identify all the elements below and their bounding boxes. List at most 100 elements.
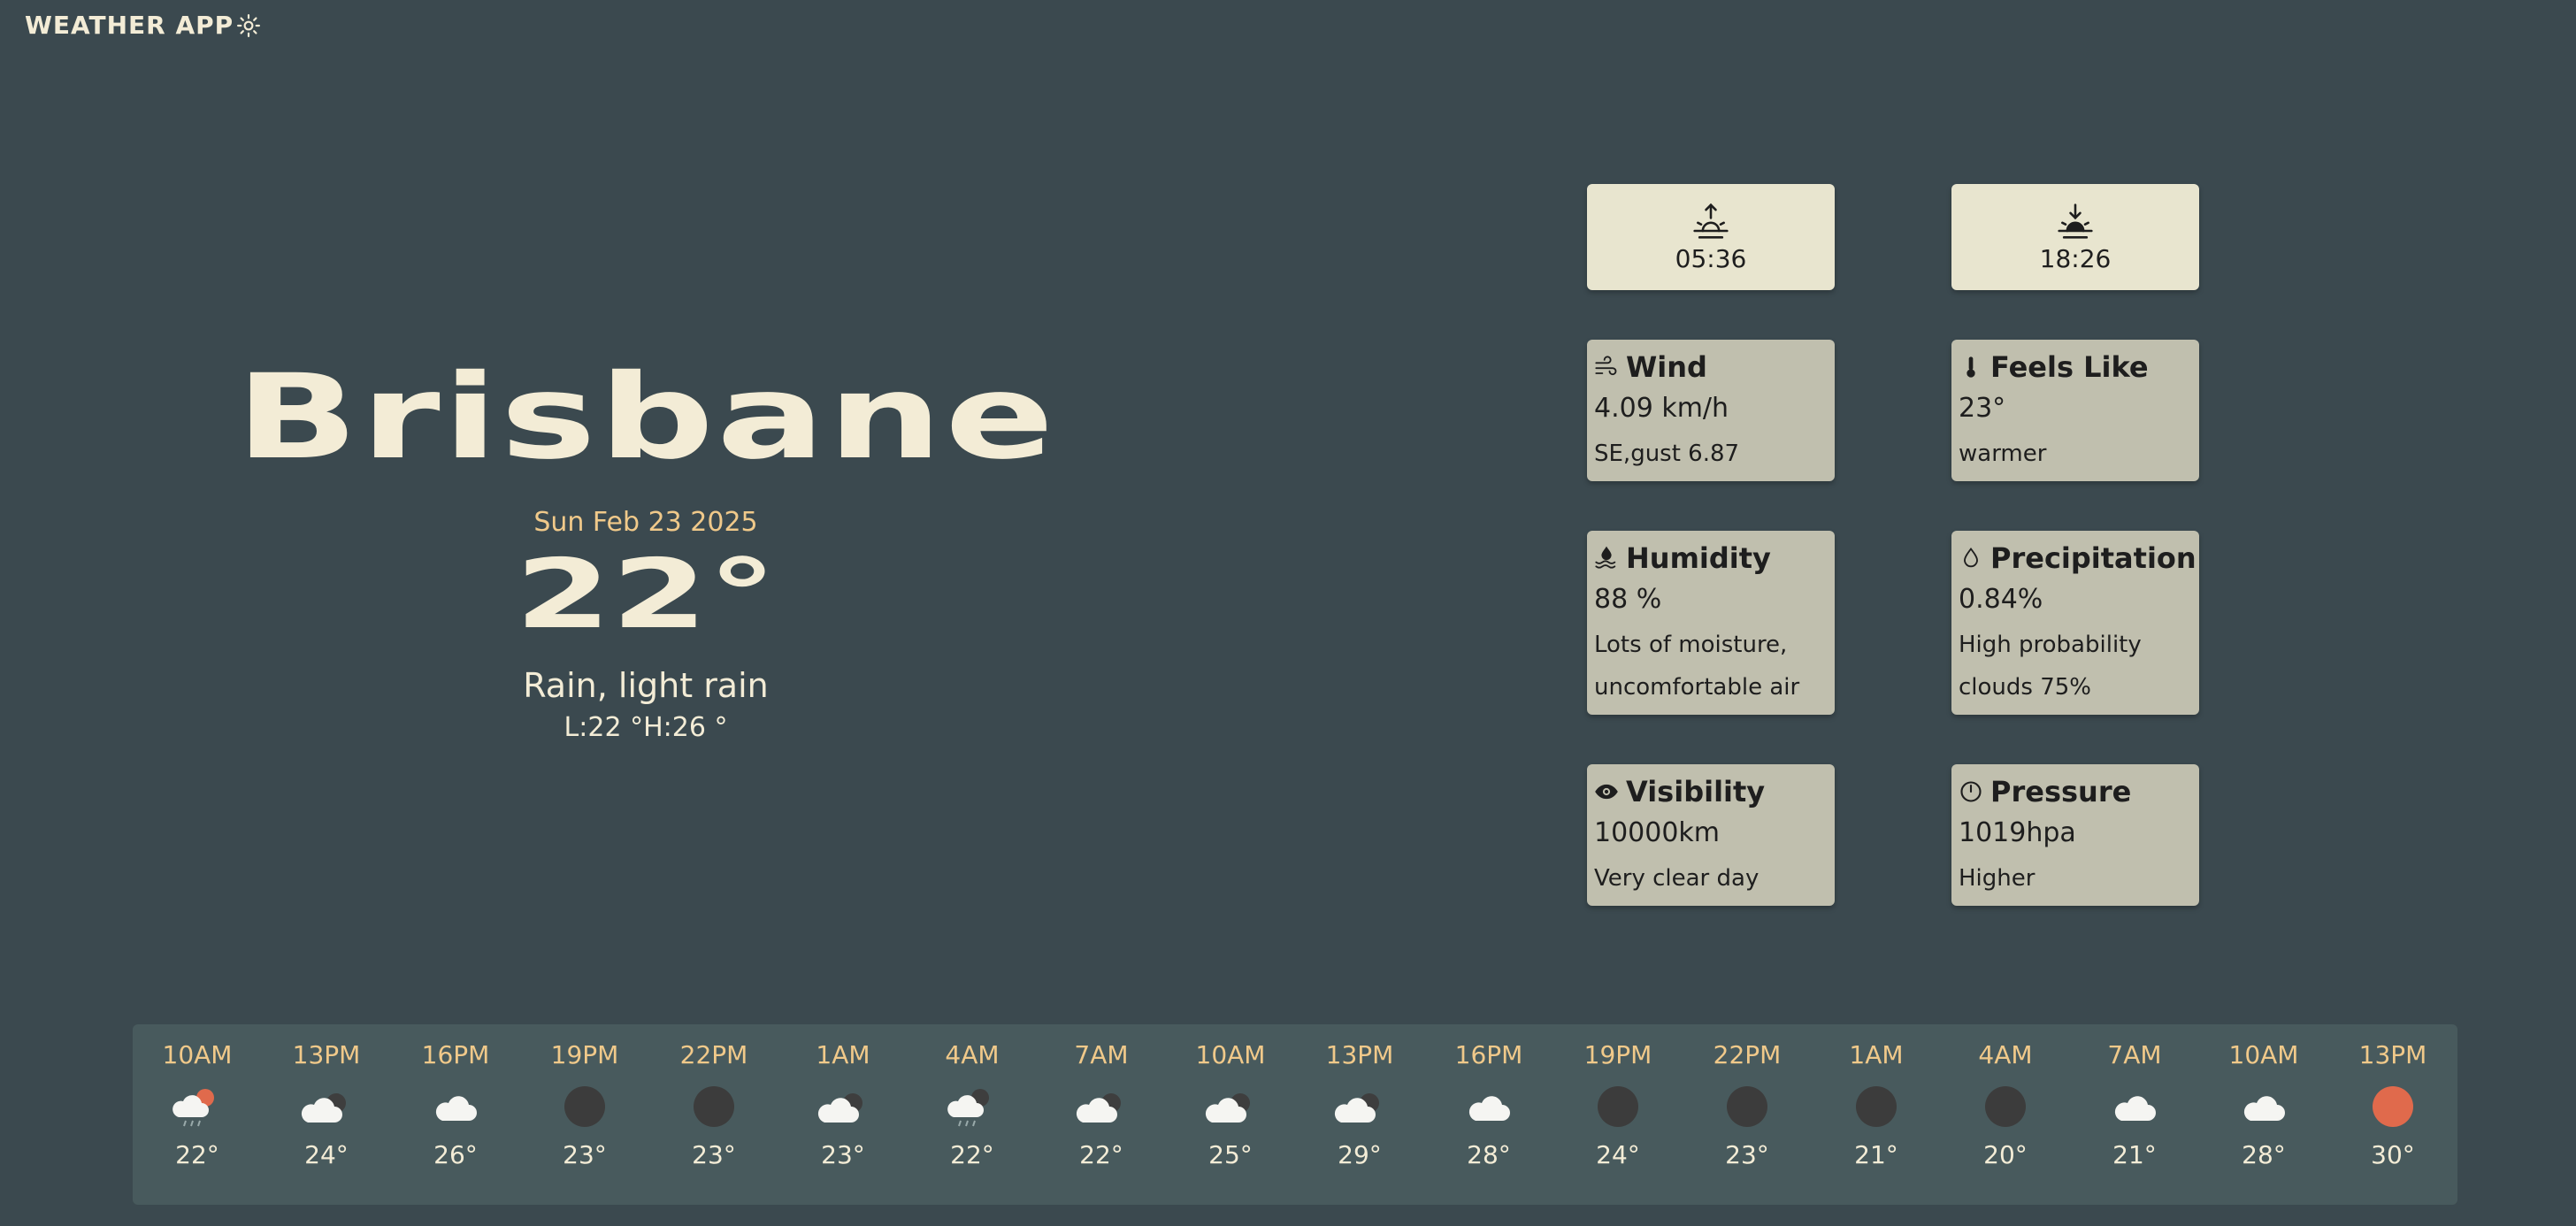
app-title-text: WEATHER APP [25,11,234,40]
hourly-temperature: 26° [433,1140,478,1169]
pressure-note: Higher [1959,865,2036,892]
rain-sun-icon [172,1089,214,1127]
hourly-temperature: 24° [1596,1140,1640,1169]
wind-icon [1595,356,1617,376]
city-name: Brisbane [234,349,1057,486]
precipitation-title: Precipitation [1990,541,2196,575]
hourly-item[interactable]: 1AM 23° [787,1024,899,1205]
current-temperature: 22° [514,540,778,651]
hourly-time: 7AM [2107,1040,2162,1069]
wind-value: 4.09 km/h [1594,393,1729,424]
hourly-temperature: 25° [1208,1140,1253,1169]
hourly-item[interactable]: 13PM 24° [271,1024,382,1205]
humidity-title: Humidity [1626,541,1771,575]
hourly-time: 19PM [550,1040,619,1069]
hourly-temperature: 28° [2242,1140,2286,1169]
visibility-value: 10000km [1594,817,1721,848]
hourly-item[interactable]: 13PM 30° [2337,1024,2449,1205]
hourly-item[interactable]: 10AM 25° [1175,1024,1286,1205]
cloud-icon [2243,1096,2285,1121]
hourly-time: 7AM [1074,1040,1129,1069]
cloudy-icon [817,1093,862,1123]
precipitation-note-2: clouds 75% [1959,674,2092,701]
hourly-time: 4AM [945,1040,1000,1069]
hourly-time: 22PM [1713,1040,1782,1069]
hourly-item[interactable]: 19PM 23° [529,1024,640,1205]
hourly-temperature: 30° [2371,1140,2415,1169]
gauge-icon [1960,781,1982,802]
hourly-temperature: 23° [1725,1140,1769,1169]
hourly-item[interactable]: 4AM 22° [916,1024,1028,1205]
hourly-item[interactable]: 16PM 28° [1433,1024,1545,1205]
hourly-time: 1AM [816,1040,870,1069]
current-date: Sun Feb 23 2025 [533,507,758,539]
sunrise-card: 05:36 [1587,184,1835,290]
cloud-icon [435,1096,477,1121]
hourly-item[interactable]: 16PM 26° [400,1024,511,1205]
hourly-temperature: 23° [692,1140,736,1169]
wind-note: SE,gust 6.87 [1594,441,1740,467]
night-icon [1985,1086,2026,1127]
cloud-icon [2114,1096,2156,1121]
feels-like-value: 23° [1959,393,2006,424]
hourly-time: 13PM [2358,1040,2427,1069]
feels-like-note: warmer [1959,441,2047,467]
pressure-card: Pressure 1019hpa Higher [1951,764,2199,906]
sun-icon [2373,1086,2413,1127]
visibility-note: Very clear day [1594,865,1760,892]
hourly-time: 13PM [292,1040,361,1069]
thermometer-icon [1966,356,1975,378]
wind-card: Wind 4.09 km/h SE,gust 6.87 [1587,340,1835,481]
sunset-icon [2058,203,2093,239]
night-icon [1856,1086,1897,1127]
current-condition: Rain, light rain [523,665,769,705]
feels-like-card: Feels Like 23° warmer [1951,340,2199,481]
cloud-icon [1468,1096,1510,1121]
humidity-note: Lots of moisture, [1594,632,1788,658]
precipitation-note: High probability [1959,632,2142,658]
hourly-time: 10AM [2228,1040,2299,1069]
rain-cloud-icon [947,1089,989,1127]
pressure-value: 1019hpa [1959,817,2076,848]
hourly-temperature: 22° [175,1140,219,1169]
cloudy-icon [1076,1093,1121,1123]
hourly-item[interactable]: 22PM 23° [1691,1024,1803,1205]
visibility-card: Visibility 10000km Very clear day [1587,764,1835,906]
hourly-forecast[interactable]: 10AM 22° 13PM 24° 16PM 26° 19PM 23° 22PM 23° 1AM 23… [133,1024,2457,1205]
cloudy-icon [1334,1093,1379,1123]
hourly-time: 10AM [162,1040,233,1069]
humidity-card: Humidity 88 % Lots of moisture, uncomfor… [1587,531,1835,715]
night-icon [564,1086,605,1127]
hourly-item[interactable]: 1AM 21° [1821,1024,1932,1205]
hourly-item[interactable]: 7AM 22° [1046,1024,1157,1205]
hourly-time: 4AM [1978,1040,2033,1069]
feels-like-title: Feels Like [1990,350,2149,384]
droplet-icon [1964,547,1978,568]
hourly-item[interactable]: 19PM 24° [1562,1024,1674,1205]
precipitation-value: 0.84% [1959,584,2043,615]
low-high-temperature: L:22 °H:26 ° [564,711,728,743]
sunset-time: 18:26 [2039,243,2112,273]
hourly-time: 22PM [679,1040,748,1069]
sunrise-icon [1693,203,1729,239]
hourly-time: 1AM [1849,1040,1904,1069]
humidity-note-2: uncomfortable air [1594,674,1800,701]
hourly-item[interactable]: 4AM 20° [1950,1024,2061,1205]
visibility-title: Visibility [1626,775,1766,808]
hourly-item[interactable]: 10AM 22° [142,1024,253,1205]
hourly-item[interactable]: 22PM 23° [658,1024,770,1205]
eye-icon [1595,784,1618,800]
hourly-temperature: 28° [1467,1140,1511,1169]
hourly-temperature: 23° [563,1140,607,1169]
hourly-time: 16PM [1454,1040,1523,1069]
hourly-item[interactable]: 7AM 21° [2079,1024,2190,1205]
hourly-temperature: 21° [2112,1140,2157,1169]
hourly-time: 19PM [1583,1040,1652,1069]
hourly-temperature: 21° [1854,1140,1898,1169]
hourly-time: 16PM [421,1040,490,1069]
night-icon [1598,1086,1638,1127]
hourly-temperature: 22° [950,1140,994,1169]
hourly-item[interactable]: 13PM 29° [1304,1024,1415,1205]
pressure-title: Pressure [1990,775,2132,808]
hourly-item[interactable]: 10AM 28° [2208,1024,2319,1205]
